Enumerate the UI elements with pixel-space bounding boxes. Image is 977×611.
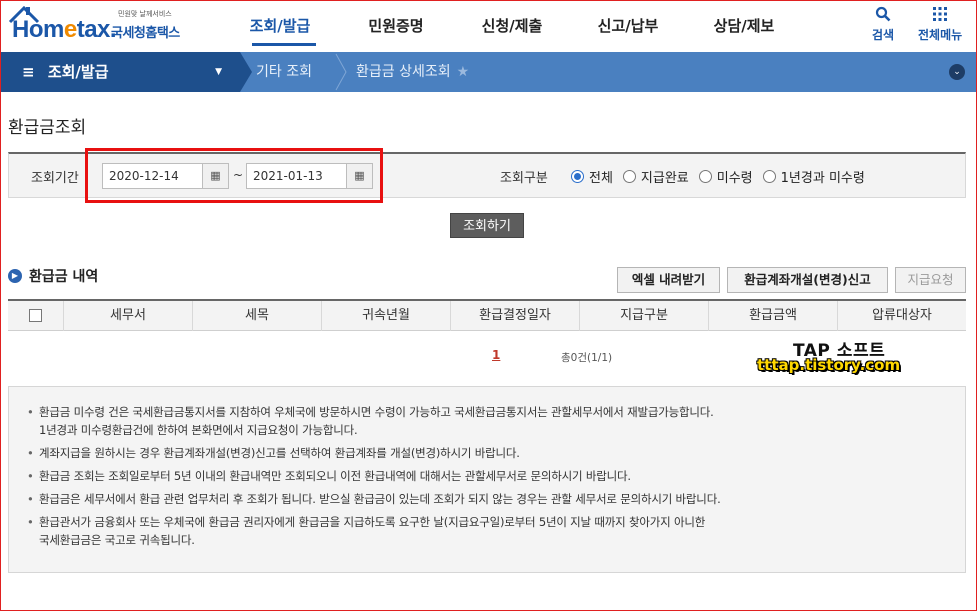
radio-option-paid[interactable]: 지급완료	[622, 167, 689, 186]
menu-apply-submit[interactable]: 신청/제출	[454, 0, 570, 52]
radio-option-unclaimed[interactable]: 미수령	[698, 167, 753, 186]
notice-item: 환급금 조회는 조회일로부터 5년 이내의 환급내역만 조회되오니 이전 환급내…	[27, 467, 949, 485]
breadcrumb-item-current[interactable]: 환급금 상세조회 ★	[356, 52, 469, 92]
payment-request-button[interactable]: 지급요청	[895, 267, 966, 293]
hamburger-icon: ≡	[22, 63, 35, 81]
col-tax-office[interactable]: 세무서	[64, 301, 193, 331]
notice-item: 환급금 미수령 건은 국세환급금통지서를 지참하여 우체국에 방문하시면 수령이…	[27, 403, 949, 439]
type-radio-group: 전체 지급완료 미수령 1년경과 미수령	[571, 167, 875, 186]
radio-label: 전체	[589, 171, 613, 186]
notice-item: 환급금은 세무서에서 환급 관련 업무처리 후 조회가 됩니다. 받으실 환급금…	[27, 490, 949, 508]
breadcrumb-separator	[240, 52, 252, 92]
notice-item: 계좌지급을 원하시는 경우 환급계좌개설(변경)신고를 선택하여 환급계좌를 개…	[27, 444, 949, 462]
logo-tagline: 민원맞 날께서비스	[118, 10, 172, 18]
search-label: 검색	[872, 28, 895, 42]
section-title: ▶ 환급금 내역	[8, 266, 98, 286]
date-range-highlight	[85, 148, 383, 203]
watermark-url: tttap.tistory.com	[757, 356, 901, 374]
radio-button[interactable]	[762, 170, 776, 183]
radio-option-all[interactable]: 전체	[571, 167, 613, 186]
radio-button[interactable]	[571, 170, 584, 183]
radio-label: 미수령	[716, 171, 753, 186]
search-button[interactable]: 검색	[872, 6, 894, 43]
result-count: 총0건(1/1)	[561, 352, 613, 364]
notice-item: 환급관서가 금융회사 또는 우체국에 환급금 권리자에게 환급금을 지급하도록 …	[27, 513, 949, 549]
breadcrumb-item-other[interactable]: 기타 조회	[256, 52, 312, 92]
radio-option-year-unclaimed[interactable]: 1년경과 미수령	[762, 167, 865, 186]
radio-button[interactable]	[698, 170, 712, 183]
breadcrumb-chevron-icon	[335, 53, 347, 91]
section-title-text: 환급금 내역	[29, 269, 99, 285]
arrow-bullet-icon: ▶	[8, 269, 22, 283]
col-decision-date[interactable]: 환급결정일자	[451, 301, 580, 331]
breadcrumb-bar: ≡ 조회/발급 ▼ 기타 조회 환급금 상세조회 ★ ⌄	[0, 52, 977, 92]
top-header: Hometax. 민원맞 날께서비스 국세청홈택스 조회/발급 민원증명 신청/…	[0, 0, 977, 52]
col-refund-amount[interactable]: 환급금액	[709, 301, 838, 331]
caret-down-icon: ▼	[215, 67, 222, 77]
col-seizure-target[interactable]: 압류대상자	[838, 301, 966, 331]
col-attribution-month[interactable]: 귀속년월	[322, 301, 451, 331]
page-title: 환급금조회	[8, 118, 87, 138]
type-label: 조회구분	[500, 171, 548, 186]
search-icon	[872, 6, 894, 24]
logo-wordmark: Hometax.	[12, 16, 117, 43]
logo-name: 국세청홈택스	[111, 26, 180, 41]
radio-label: 1년경과 미수령	[780, 171, 865, 186]
col-payment-type[interactable]: 지급구분	[580, 301, 709, 331]
search-submit-button[interactable]: 조회하기	[450, 213, 524, 238]
menu-report-pay[interactable]: 신고/납부	[570, 0, 686, 52]
chevron-down-icon[interactable]: ⌄	[949, 64, 965, 80]
breadcrumb-current-label: 환급금 상세조회	[356, 64, 451, 80]
category-label: 조회/발급	[47, 63, 109, 81]
select-all-cell	[8, 301, 64, 331]
select-all-checkbox[interactable]	[29, 309, 42, 322]
refund-account-button[interactable]: 환급계좌개설(변경)신고	[727, 267, 888, 293]
radio-button[interactable]	[622, 170, 636, 183]
page-link[interactable]: 1	[492, 348, 500, 362]
excel-download-button[interactable]: 엑셀 내려받기	[617, 267, 720, 293]
period-label: 조회기간	[31, 171, 79, 186]
menu-consult[interactable]: 상담/제보	[686, 0, 802, 52]
category-dropdown[interactable]: ≡ 조회/발급 ▼	[0, 52, 240, 92]
all-menu-button[interactable]: 전체메뉴	[918, 6, 962, 43]
menu-certificates[interactable]: 민원증명	[338, 0, 454, 52]
radio-label: 지급완료	[640, 171, 689, 186]
table-header: 세무서 세목 귀속년월 환급결정일자 지급구분 환급금액 압류대상자	[8, 299, 966, 331]
col-tax-item[interactable]: 세목	[193, 301, 322, 331]
notice-box: 환급금 미수령 건은 국세환급금통지서를 지참하여 우체국에 방문하시면 수령이…	[8, 386, 966, 573]
hometax-logo[interactable]: Hometax. 민원맞 날께서비스 국세청홈택스	[8, 4, 193, 46]
main-menu: 조회/발급 민원증명 신청/제출 신고/납부 상담/제보	[222, 0, 802, 52]
all-menu-label: 전체메뉴	[918, 28, 963, 42]
grid-menu-icon	[918, 6, 962, 24]
menu-lookup-issue[interactable]: 조회/발급	[222, 0, 338, 52]
favorite-star-icon[interactable]: ★	[457, 64, 470, 80]
